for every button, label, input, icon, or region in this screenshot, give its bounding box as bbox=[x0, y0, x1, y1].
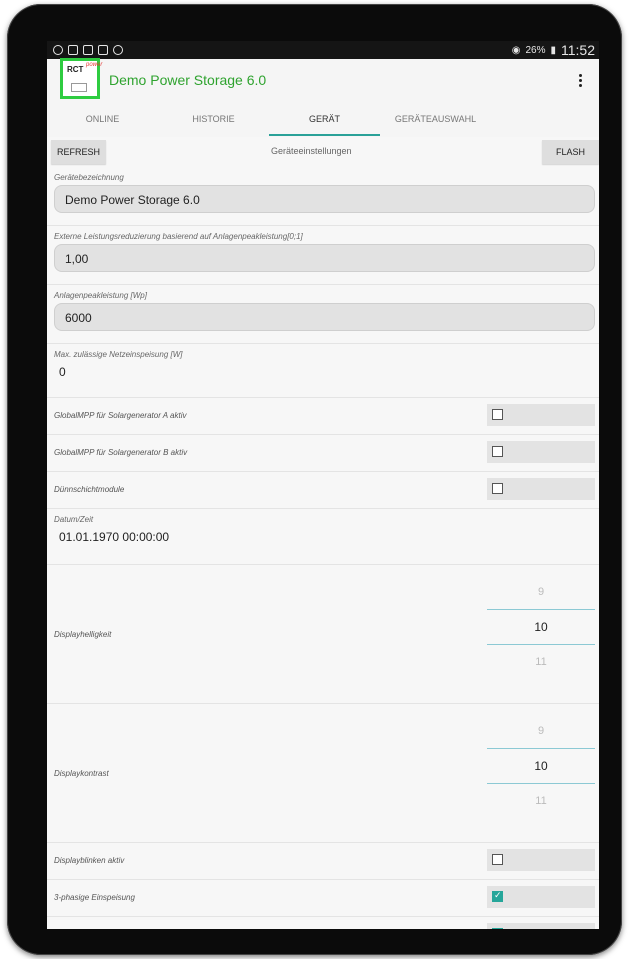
picker-selected-value[interactable]: 10 bbox=[487, 748, 595, 784]
tab-online[interactable]: ONLINE bbox=[47, 104, 158, 134]
notification-icons bbox=[53, 45, 123, 55]
battery-icon: ▮ bbox=[550, 44, 556, 56]
global-mpp-a-toggle[interactable] bbox=[487, 404, 595, 426]
display-blink-row: Displayblinken aktiv bbox=[47, 843, 599, 880]
field-label: Max. zulässige Netzeinspeisung [W] bbox=[54, 350, 183, 359]
tab-geraet[interactable]: GERÄT bbox=[269, 104, 380, 136]
datetime-field: Datum/Zeit 01.01.1970 00:00:00 bbox=[47, 509, 599, 565]
refresh-button[interactable]: REFRESH bbox=[51, 140, 107, 164]
row-label: 3-phasige Einspeisung bbox=[54, 893, 135, 902]
checkbox[interactable] bbox=[492, 446, 503, 457]
picker-prev-value[interactable]: 9 bbox=[487, 714, 595, 748]
picker-next-value[interactable]: 11 bbox=[487, 645, 595, 679]
battery-percent: 26% bbox=[525, 44, 546, 56]
checkbox-checked[interactable] bbox=[492, 890, 503, 902]
field-label: Datum/Zeit bbox=[54, 515, 94, 524]
row-label: Displayblinken aktiv bbox=[54, 856, 125, 865]
device-name-input[interactable]: Demo Power Storage 6.0 bbox=[54, 185, 595, 213]
picker-selected-value[interactable]: 10 bbox=[487, 609, 595, 645]
three-phase-row: 3-phasige Einspeisung bbox=[47, 880, 599, 917]
field-label: Gerätebezeichnung bbox=[54, 173, 124, 182]
max-feed-in-field: Max. zulässige Netzeinspeisung [W] 0 bbox=[47, 344, 599, 398]
row-label: Displaykontrast bbox=[54, 769, 109, 778]
wifi-icon: ◉ bbox=[511, 44, 521, 56]
rct-logo[interactable]: RCT power bbox=[60, 58, 103, 99]
checkbox-checked[interactable] bbox=[492, 927, 503, 929]
row-label: Dünnschichtmodule bbox=[54, 485, 125, 494]
next-toggle[interactable] bbox=[487, 923, 595, 929]
checkbox[interactable] bbox=[492, 854, 503, 865]
tablet-frame: ◉ 26% ▮ 11:52 RCT power Demo Power Stora… bbox=[7, 4, 622, 955]
more-vertical-icon bbox=[578, 73, 582, 77]
global-mpp-a-row: GlobalMPP für Solargenerator A aktiv bbox=[47, 398, 599, 435]
status-right: ◉ 26% ▮ 11:52 bbox=[512, 42, 595, 58]
contrast-picker[interactable]: 9 10 11 bbox=[487, 714, 595, 818]
power-reduction-field: Externe Leistungsreduzierung basierend a… bbox=[47, 226, 599, 285]
overflow-menu-button[interactable] bbox=[575, 69, 585, 91]
logo-text: RCT bbox=[67, 65, 84, 74]
contrast-row: Displaykontrast 9 10 11 bbox=[47, 704, 599, 843]
power-reduction-input[interactable]: 1,00 bbox=[54, 244, 595, 272]
image-notification-icon bbox=[68, 45, 78, 55]
screen: ◉ 26% ▮ 11:52 RCT power Demo Power Stora… bbox=[47, 41, 599, 929]
datetime-value[interactable]: 01.01.1970 00:00:00 bbox=[47, 524, 599, 544]
partial-next-row bbox=[47, 917, 599, 929]
app-notification-icon bbox=[83, 45, 93, 55]
clock: 11:52 bbox=[561, 42, 595, 58]
logo-device-icon bbox=[71, 83, 87, 92]
brightness-picker[interactable]: 9 10 11 bbox=[487, 575, 595, 679]
row-label: GlobalMPP für Solargenerator A aktiv bbox=[54, 411, 187, 420]
field-label: Externe Leistungsreduzierung basierend a… bbox=[54, 232, 303, 241]
peak-power-field: Anlagenpeakleistung [Wp] 6000 bbox=[47, 285, 599, 344]
thin-film-row: Dünnschichtmodule bbox=[47, 472, 599, 509]
row-label: Displayhelligkeit bbox=[54, 630, 112, 639]
field-label: Anlagenpeakleistung [Wp] bbox=[54, 291, 147, 300]
logo-accent: power bbox=[86, 62, 103, 68]
checkbox[interactable] bbox=[492, 483, 503, 494]
tab-geraeteauswahl[interactable]: GERÄTEAUSWAHL bbox=[380, 104, 491, 134]
peak-power-input[interactable]: 6000 bbox=[54, 303, 595, 331]
app-bar: RCT power Demo Power Storage 6.0 bbox=[47, 58, 599, 104]
status-bar: ◉ 26% ▮ 11:52 bbox=[47, 41, 599, 59]
action-toolbar: REFRESH Geräteeinstellungen FLASH bbox=[47, 137, 599, 167]
picker-prev-value[interactable]: 9 bbox=[487, 575, 595, 609]
picker-next-value[interactable]: 11 bbox=[487, 784, 595, 818]
global-mpp-b-row: GlobalMPP für Solargenerator B aktiv bbox=[47, 435, 599, 472]
thin-film-toggle[interactable] bbox=[487, 478, 595, 500]
section-title: Geräteeinstellungen bbox=[271, 146, 352, 156]
three-phase-toggle[interactable] bbox=[487, 886, 595, 908]
settings-notification-icon bbox=[53, 45, 63, 55]
android-notification-icon bbox=[113, 45, 123, 55]
flash-button[interactable]: FLASH bbox=[541, 140, 599, 164]
device-name-field: Gerätebezeichnung Demo Power Storage 6.0 bbox=[47, 167, 599, 226]
tab-bar: ONLINE HISTORIE GERÄT GERÄTEAUSWAHL bbox=[47, 104, 599, 137]
checkbox[interactable] bbox=[492, 409, 503, 420]
max-feed-in-value[interactable]: 0 bbox=[47, 359, 599, 379]
global-mpp-b-toggle[interactable] bbox=[487, 441, 595, 463]
brightness-row: Displayhelligkeit 9 10 11 bbox=[47, 565, 599, 704]
usb-notification-icon bbox=[98, 45, 108, 55]
tab-historie[interactable]: HISTORIE bbox=[158, 104, 269, 134]
row-label: GlobalMPP für Solargenerator B aktiv bbox=[54, 448, 188, 457]
display-blink-toggle[interactable] bbox=[487, 849, 595, 871]
app-title: Demo Power Storage 6.0 bbox=[109, 72, 267, 88]
